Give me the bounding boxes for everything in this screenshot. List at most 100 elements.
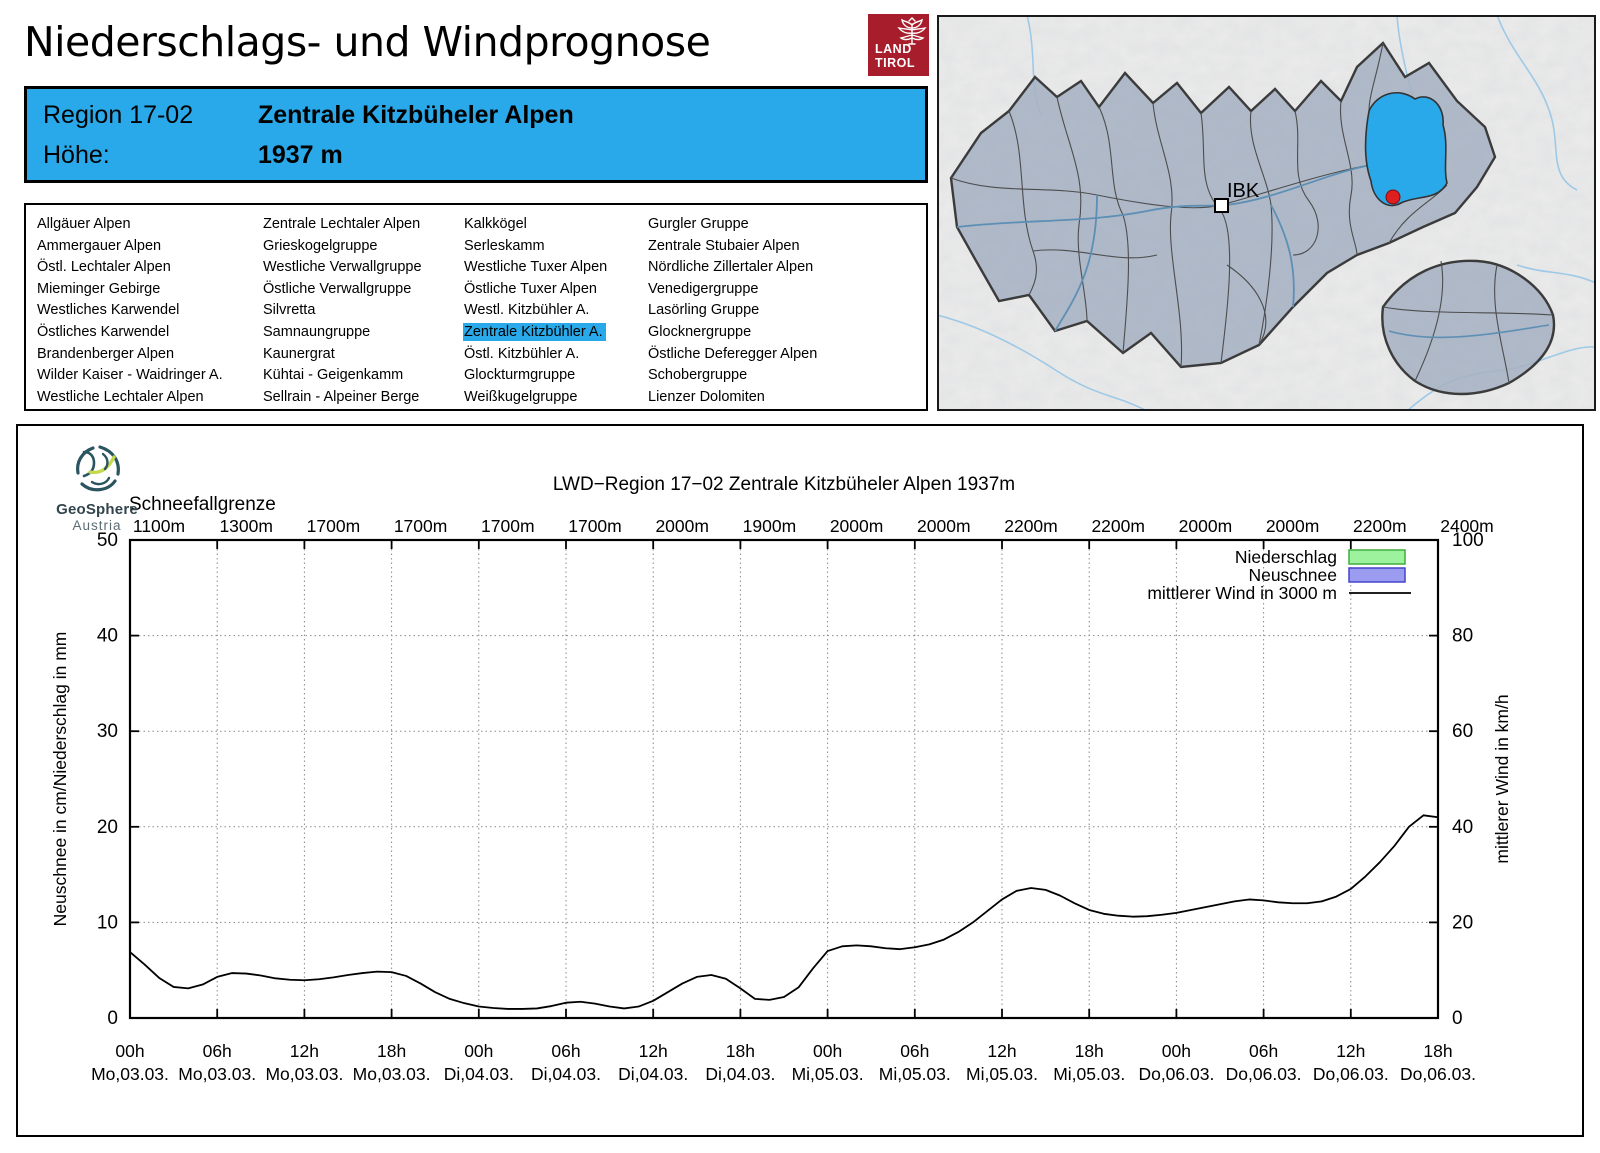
snowline-value-label: 2000m: [1266, 516, 1320, 536]
page-title: Niederschlags- und Windprognose: [24, 18, 711, 66]
region-list-item[interactable]: Serleskamm: [463, 236, 610, 258]
region-list-item[interactable]: Westliche Tuxer Alpen: [463, 257, 610, 279]
region-list-item[interactable]: Westliche Verwallgruppe: [262, 257, 425, 279]
x-tick-hour-label: 06h: [203, 1041, 232, 1061]
elevation-label: Höhe:: [43, 141, 110, 169]
region-list-column: Allgäuer Alpen Ammergauer Alpen Östl. Lech…: [36, 214, 226, 408]
region-list-item[interactable]: Lienzer Dolomiten: [647, 387, 820, 409]
x-tick-date-label: Di,04.03.: [531, 1064, 601, 1084]
region-list-item[interactable]: Westliches Karwendel: [36, 300, 226, 322]
x-tick-date-label: Di,04.03.: [618, 1064, 688, 1084]
x-tick-date-label: Di,04.03.: [705, 1064, 775, 1084]
x-tick-hour-label: 12h: [987, 1041, 1016, 1061]
region-list-item[interactable]: Samnaungruppe: [262, 322, 425, 344]
x-tick-hour-label: 00h: [464, 1041, 493, 1061]
region-list-item[interactable]: Östl. Lechtaler Alpen: [36, 257, 226, 279]
region-list-item[interactable]: Westl. Kitzbühler A.: [463, 300, 610, 322]
x-tick-date-label: Mi,05.03.: [966, 1064, 1038, 1084]
x-tick-hour-label: 18h: [377, 1041, 406, 1061]
x-tick-hour-label: 06h: [1249, 1041, 1278, 1061]
region-list-item[interactable]: Östl. Kitzbühler A.: [463, 344, 610, 366]
geosphere-logo: GeoSphere Austria: [42, 444, 152, 533]
region-list-item[interactable]: Lasörling Gruppe: [647, 300, 820, 322]
region-list-item[interactable]: Brandenberger Alpen: [36, 344, 226, 366]
geosphere-country: Austria: [72, 518, 122, 533]
x-tick-hour-label: 06h: [551, 1041, 580, 1061]
region-list-item[interactable]: Zentrale Stubaier Alpen: [647, 236, 820, 258]
y-tick-left-label: 30: [97, 721, 118, 742]
region-list-item[interactable]: Östliche Tuxer Alpen: [463, 279, 610, 301]
region-list-item[interactable]: Östliche Verwallgruppe: [262, 279, 425, 301]
region-list-item[interactable]: Grieskogelgruppe: [262, 236, 425, 258]
y-tick-right-label: 20: [1452, 912, 1473, 933]
y-tick-left-label: 10: [97, 912, 118, 933]
region-list-item[interactable]: Zentrale Lechtaler Alpen: [262, 214, 425, 236]
land-tirol-logo-text: LAND TIROL: [875, 42, 915, 70]
forecast-panel: GeoSphere Austria 00h Mo,03.03. 06h Mo,03.0…: [16, 424, 1584, 1137]
chart-title: LWD−Region 17−02 Zentrale Kitzbüheler Al…: [553, 474, 1015, 495]
map-city-label: IBK: [1227, 180, 1260, 202]
legend-label: Niederschlag: [1235, 547, 1337, 567]
legend-label: mittlerer Wind in 3000 m: [1147, 583, 1337, 603]
region-list-item[interactable]: Östliche Deferegger Alpen: [647, 344, 820, 366]
map-highlight-region[interactable]: [1364, 91, 1448, 207]
region-list-item[interactable]: Kaunergrat: [262, 344, 425, 366]
region-list-item[interactable]: Gurgler Gruppe: [647, 214, 820, 236]
x-tick-hour-label: 06h: [900, 1041, 929, 1061]
snowline-value-label: 2000m: [917, 516, 971, 536]
snowline-value-label: 1900m: [743, 516, 797, 536]
x-tick-date-label: Do,06.03.: [1313, 1064, 1389, 1084]
region-list-item[interactable]: Allgäuer Alpen: [36, 214, 226, 236]
y-tick-left-label: 0: [107, 1008, 118, 1029]
region-list-item[interactable]: Glockturmgruppe: [463, 365, 610, 387]
snowline-value-label: 2200m: [1353, 516, 1407, 536]
y-axis-left-title: Neuschnee in cm/Niederschlag in mm: [50, 632, 70, 927]
region-list-column: Gurgler Gruppe Zentrale Stubaier Alpen Nör…: [647, 214, 820, 408]
region-info-box: Region 17-02 Zentrale Kitzbüheler Alpen …: [24, 86, 928, 183]
x-tick-date-label: Di,04.03.: [444, 1064, 514, 1084]
x-tick-hour-label: 12h: [1336, 1041, 1365, 1061]
region-list-item[interactable]: Mieminger Gebirge: [36, 279, 226, 301]
x-tick-date-label: Do,06.03.: [1138, 1064, 1214, 1084]
region-list-item[interactable]: Östliches Karwendel: [36, 322, 226, 344]
elevation-value: 1937 m: [257, 141, 343, 169]
region-list-item[interactable]: Nördliche Zillertaler Alpen: [647, 257, 820, 279]
snowline-value-label: 1300m: [219, 516, 273, 536]
x-tick-hour-label: 18h: [726, 1041, 755, 1061]
y-tick-right-label: 60: [1452, 721, 1473, 742]
x-tick-date-label: Mi,05.03.: [1053, 1064, 1125, 1084]
region-list-column: Zentrale Lechtaler Alpen Grieskogelgruppe…: [262, 214, 425, 408]
plot-border: [128, 538, 1440, 1020]
region-list-item[interactable]: Sellrain - Alpeiner Berge: [262, 387, 425, 409]
region-list-item[interactable]: Wilder Kaiser - Waidringer A.: [36, 365, 226, 387]
x-tick-date-label: Do,06.03.: [1226, 1064, 1302, 1084]
tirol-map: IBK: [936, 14, 1597, 412]
region-list-item-selected[interactable]: Zentrale Kitzbühler A.: [463, 322, 610, 344]
legend-swatch: [1348, 549, 1406, 565]
x-tick-date-label: Mi,05.03.: [879, 1064, 951, 1084]
x-tick-hour-label: 00h: [1162, 1041, 1191, 1061]
snowline-value-label: 1700m: [394, 516, 448, 536]
snowline-value-label: 1700m: [568, 516, 622, 536]
region-list-item[interactable]: Kühtai - Geigenkamm: [262, 365, 425, 387]
y-tick-right-label: 0: [1452, 1008, 1463, 1029]
region-list-item[interactable]: Silvretta: [262, 300, 425, 322]
region-list-item[interactable]: Schobergruppe: [647, 365, 820, 387]
region-list-item[interactable]: Venedigergruppe: [647, 279, 820, 301]
x-tick-hour-label: 18h: [1075, 1041, 1104, 1061]
forecast-chart: 00h Mo,03.03. 06h Mo,03.03. 12h Mo,03.03. 18h M…: [50, 474, 1512, 1084]
x-tick-date-label: Mo,03.03.: [265, 1064, 343, 1084]
x-tick-hour-label: 00h: [813, 1041, 842, 1061]
region-list-item[interactable]: Kalkkögel: [463, 214, 610, 236]
snowline-value-label: 2000m: [830, 516, 884, 536]
snowline-value-label: 2400m: [1440, 516, 1494, 536]
region-list-item[interactable]: Weißkugelgruppe: [463, 387, 610, 409]
region-list-item[interactable]: Westliche Lechtaler Alpen: [36, 387, 226, 409]
region-list-item[interactable]: Ammergauer Alpen: [36, 236, 226, 258]
x-tick-date-label: Mo,03.03.: [178, 1064, 256, 1084]
x-tick-hour-label: 12h: [290, 1041, 319, 1061]
y-axis-right-title: mittlerer Wind in km/h: [1492, 694, 1512, 863]
x-tick-date-label: Mo,03.03.: [91, 1064, 169, 1084]
snowline-value-label: 2200m: [1004, 516, 1058, 536]
region-list-item[interactable]: Glocknergruppe: [647, 322, 820, 344]
